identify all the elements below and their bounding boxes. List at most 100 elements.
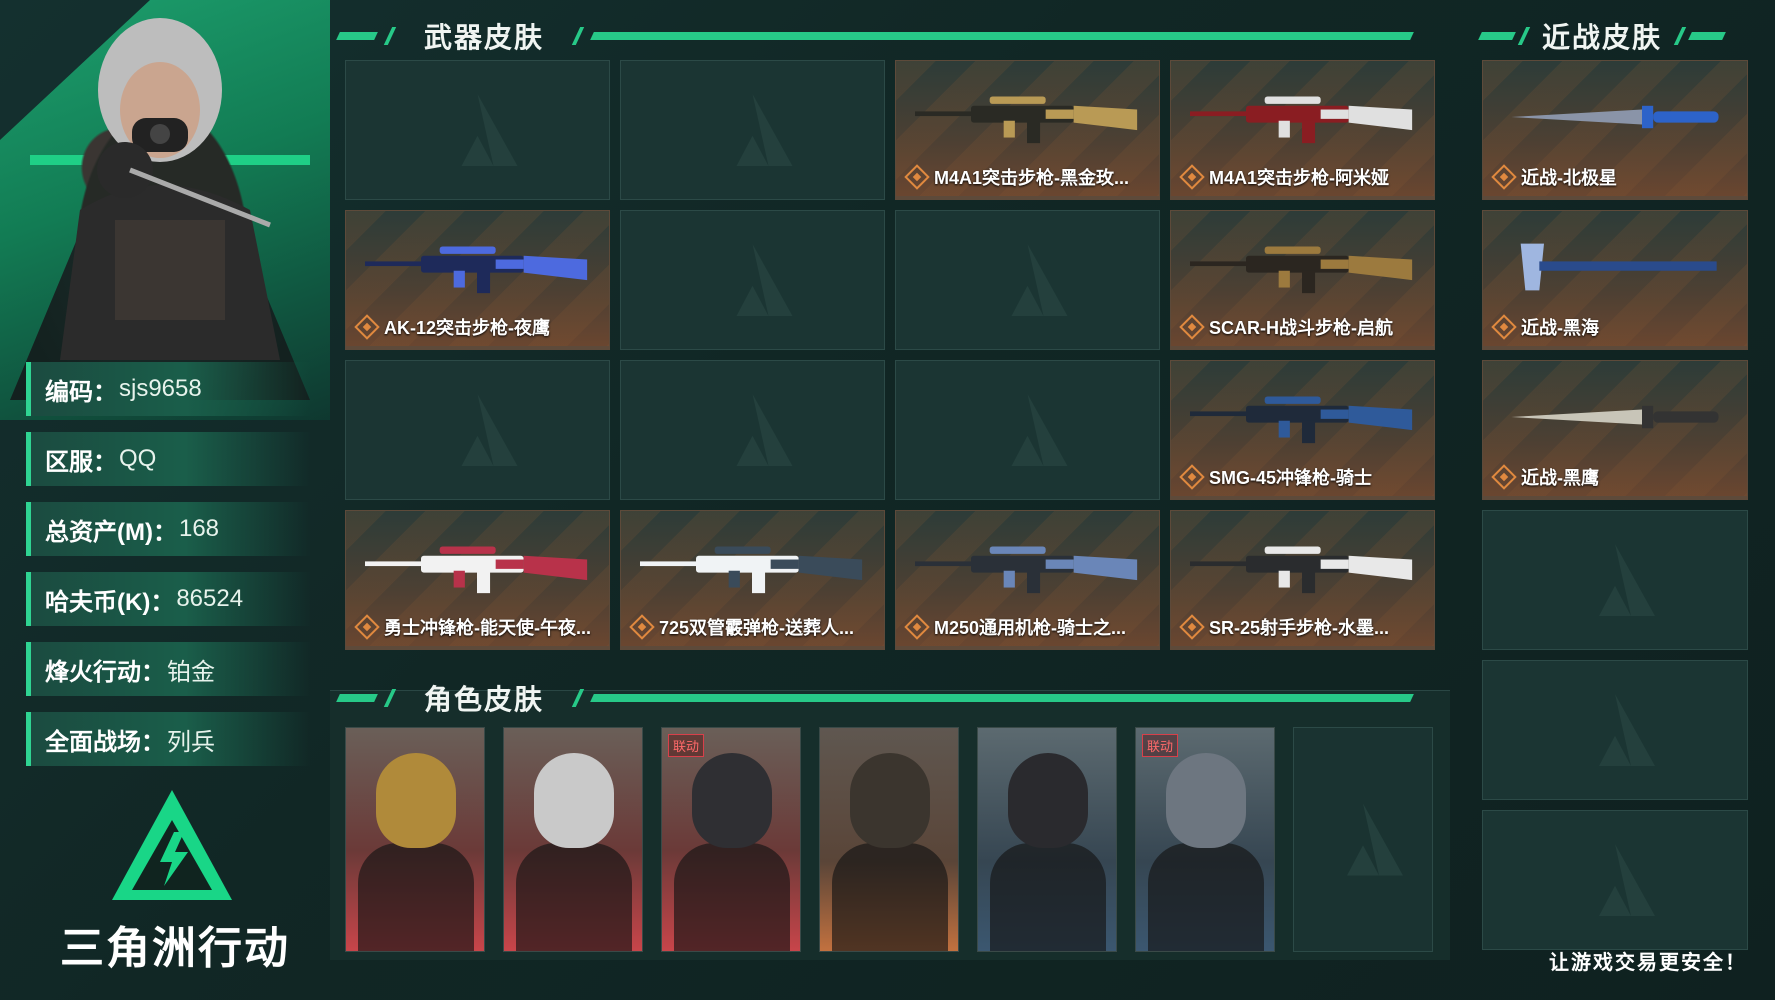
empty-slot: [1293, 727, 1433, 952]
skin-name: SR-25射手步枪-水墨...: [1209, 618, 1390, 638]
knife-silver-icon: [1511, 405, 1719, 429]
character-body: [832, 843, 948, 951]
weapon-skin-card[interactable]: SR-25射手步枪-水墨...: [1170, 510, 1435, 650]
rifle-gold-icon: [915, 96, 1138, 144]
rarity-diamond-icon: [1179, 314, 1205, 340]
header-bar: [1478, 32, 1516, 40]
header-slash: [571, 27, 585, 45]
operator-male-icon: [1008, 753, 1088, 848]
empty-slot: [1482, 660, 1748, 800]
collab-badge: 联动: [1142, 734, 1179, 757]
weapon-skin-card[interactable]: M250通用机枪-骑士之...: [895, 510, 1160, 650]
weapon-skin-card[interactable]: SMG-45冲锋枪-骑士: [1170, 360, 1435, 500]
skin-label: AK-12突击步枪-夜鹰: [354, 314, 550, 340]
header-bar: [336, 32, 378, 40]
profile-row-value: 86524: [176, 585, 244, 612]
melee-skin-card[interactable]: 近战-黑鹰: [1482, 360, 1748, 500]
axe-blue-icon: [1520, 243, 1717, 291]
character-skin-card[interactable]: 联动: [661, 727, 801, 952]
rarity-diamond-icon: [1491, 314, 1517, 340]
weapon-skin-card[interactable]: 725双管霰弹枪-送葬人...: [620, 510, 885, 650]
rarity-diamond-icon: [1491, 164, 1517, 190]
header-bar: [590, 32, 1414, 40]
empty-slot: [620, 60, 885, 200]
profile-row-key: 烽火行动：: [45, 658, 165, 686]
profile-row: 总资产(M)： 168: [26, 502, 311, 556]
profile-row-value: 铂金: [167, 658, 215, 686]
melee-skin-card[interactable]: 近战-北极星: [1482, 60, 1748, 200]
footer-slogan: 让游戏交易更安全！: [1549, 952, 1747, 974]
skin-label: 勇士冲锋枪-能天使-午夜...: [354, 614, 591, 640]
rarity-diamond-icon: [629, 614, 655, 640]
rarity-diamond-icon: [1179, 614, 1205, 640]
empty-slot: [345, 360, 610, 500]
rarity-diamond-icon: [1179, 164, 1205, 190]
skin-name: 勇士冲锋枪-能天使-午夜...: [384, 618, 591, 638]
weapon-skin-card[interactable]: 勇士冲锋枪-能天使-午夜...: [345, 510, 610, 650]
header-bar: [590, 694, 1414, 702]
skin-label: 近战-北极星: [1491, 164, 1617, 190]
profile-row-key: 总资产(M)：: [45, 518, 177, 546]
collab-badge: 联动: [668, 734, 705, 757]
empty-slot: [1482, 510, 1748, 650]
header-slash: [1673, 27, 1687, 45]
character-body: [674, 843, 790, 951]
skin-label: M250通用机枪-骑士之...: [904, 614, 1126, 640]
header-bar: [336, 694, 378, 702]
character-skin-card[interactable]: [977, 727, 1117, 952]
header-slash: [1517, 27, 1531, 45]
weapon-skin-grid: M4A1突击步枪-黑金玫... M4A1突击步枪-阿米娅 AK-12突击步枪-夜鹰 S…: [345, 60, 1440, 650]
skin-label: SMG-45冲锋枪-骑士: [1179, 464, 1372, 490]
rarity-diamond-icon: [904, 614, 930, 640]
header-bar: [1688, 32, 1726, 40]
empty-slot: [345, 60, 610, 200]
profile-row-key: 编码：: [45, 378, 117, 406]
character-section-header: 角色皮肤: [336, 678, 1448, 718]
rarity-diamond-icon: [354, 614, 380, 640]
game-title: 三角洲行动: [60, 924, 290, 973]
skin-name: M4A1突击步枪-阿米娅: [1209, 168, 1390, 188]
skin-label: M4A1突击步枪-黑金玫...: [904, 164, 1130, 190]
operator-gold-mask-icon: [376, 753, 456, 848]
character-body: [358, 843, 474, 951]
melee-skin-card[interactable]: 近战-黑海: [1482, 210, 1748, 350]
character-skin-card[interactable]: [345, 727, 485, 952]
character-skin-card[interactable]: [503, 727, 643, 952]
melee-section-title: 近战皮肤: [1542, 22, 1663, 53]
profile-row-value: 168: [178, 515, 220, 542]
character-skin-card[interactable]: [819, 727, 959, 952]
skin-name: 近战-北极星: [1521, 168, 1617, 188]
skin-label: 近战-黑鹰: [1491, 464, 1599, 490]
knife-blue-icon: [1511, 105, 1719, 129]
header-slash: [383, 689, 397, 707]
melee-skin-column: 近战-北极星近战-黑海近战-黑鹰: [1482, 60, 1748, 950]
operator-white-hair-icon: [534, 753, 614, 848]
shotgun-white-icon: [640, 546, 863, 594]
header-slash: [571, 689, 585, 707]
weapon-skin-card[interactable]: M4A1突击步枪-黑金玫...: [895, 60, 1160, 200]
character-skin-card[interactable]: 联动: [1135, 727, 1275, 952]
weapon-section-header: 武器皮肤: [336, 16, 1448, 56]
rarity-diamond-icon: [354, 314, 380, 340]
weapon-skin-card[interactable]: AK-12突击步枪-夜鹰: [345, 210, 610, 350]
profile-row-key: 全面战场：: [45, 728, 165, 756]
skin-name: 725双管霰弹枪-送葬人...: [659, 618, 855, 638]
game-logo: 三角洲行动: [60, 790, 290, 990]
weapon-skin-card[interactable]: SCAR-H战斗步枪-启航: [1170, 210, 1435, 350]
profile-row-key: 哈夫币(K)：: [45, 588, 175, 616]
character-skin-row: 联动 联动: [345, 727, 1433, 952]
profile-info-list: 编码： sjs9658 区服： QQ 总资产(M)： 168 哈夫币(K)： 86524 烽火行…: [26, 362, 311, 782]
operator-avatar: [20, 10, 305, 360]
character-body: [990, 843, 1106, 951]
skin-label: 725双管霰弹枪-送葬人...: [629, 614, 855, 640]
skin-name: M4A1突击步枪-黑金玫...: [934, 168, 1130, 188]
skin-name: SCAR-H战斗步枪-启航: [1209, 318, 1393, 338]
header-slash: [383, 27, 397, 45]
operator-helmet-icon: [850, 753, 930, 848]
profile-row: 编码： sjs9658: [26, 362, 311, 416]
profile-row: 哈夫币(K)： 86524: [26, 572, 311, 626]
weapon-skin-card[interactable]: M4A1突击步枪-阿米娅: [1170, 60, 1435, 200]
profile-row-key: 区服：: [45, 448, 117, 476]
rarity-diamond-icon: [1491, 464, 1517, 490]
profile-row: 烽火行动： 铂金: [26, 642, 311, 696]
